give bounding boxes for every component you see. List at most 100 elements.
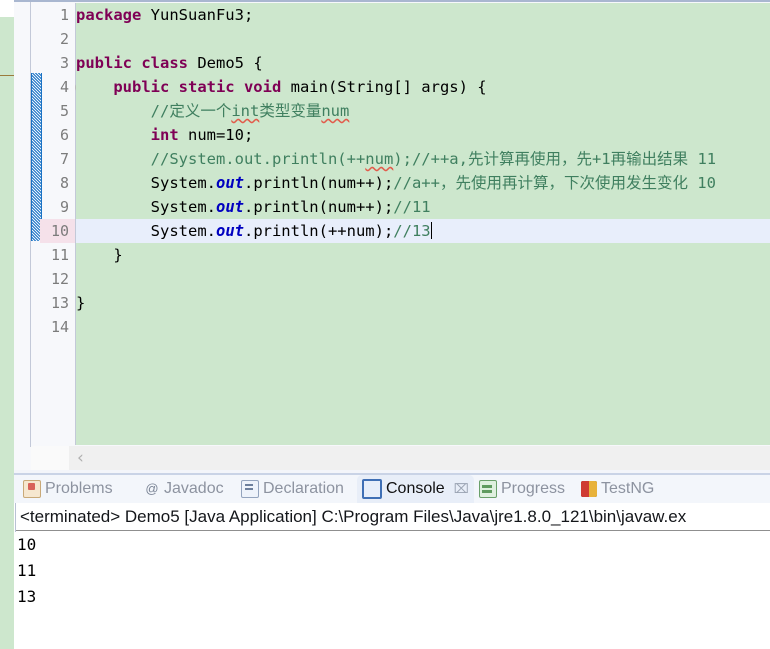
tab-label: Problems [45, 480, 113, 497]
line-number: 7 [59, 150, 69, 168]
keyword-public-static-void: public static void [113, 78, 291, 96]
line-number: 2 [59, 30, 69, 48]
keyword-int: int [150, 126, 188, 144]
closing-brace-class: } [76, 294, 86, 312]
tab-label: Javadoc [164, 480, 224, 497]
line-number: 11 [50, 246, 69, 264]
comment-text: //定义一个 [150, 102, 232, 120]
comment-text: //System.out.println(++ [150, 150, 366, 168]
adjacent-editor-code-area [0, 17, 14, 472]
tab-javadoc[interactable]: @ Javadoc [139, 475, 229, 503]
code-line-13[interactable]: } [76, 291, 770, 315]
text-caret [430, 222, 432, 239]
tab-label: Progress [501, 480, 566, 497]
line-number-current: 10 [40, 219, 75, 243]
code-line-10-current[interactable]: System.out.println(++num);//13 [76, 219, 770, 243]
line-number: 6 [59, 126, 69, 144]
scroll-left-arrow-icon[interactable]: ‹ [77, 450, 91, 467]
line-number: 3 [59, 54, 69, 72]
code-line-1[interactable]: package YunSuanFu3; [76, 3, 770, 27]
comment-spellcheck-word: num [365, 150, 394, 168]
comment-text: //11 [393, 198, 431, 216]
bottom-view-tabbar[interactable]: Problems @ Javadoc Declaration Console ⌧… [14, 475, 770, 503]
println-call: .println(num++); [243, 174, 394, 192]
comment-text: );//++a,先计算再使用，先+1再输出结果 11 [393, 150, 717, 168]
code-line-4[interactable]: public static void main(String[] args) { [76, 75, 770, 99]
class-declaration: Demo5 { [197, 54, 263, 72]
close-icon[interactable]: ⌧ [454, 475, 469, 503]
tab-declaration[interactable]: Declaration [236, 475, 349, 503]
comment-text: 类型变量 [259, 102, 322, 120]
code-line-5[interactable]: //定义一个int类型变量num [76, 99, 770, 123]
editor-horizontal-scrollbar[interactable]: ‹ [31, 446, 770, 470]
tab-testng[interactable]: TestNG [576, 475, 659, 503]
code-line-8[interactable]: System.out.println(num++);//a++，先使用再计算，下… [76, 171, 770, 195]
console-status-text: <terminated> Demo5 [Java Application] C:… [20, 507, 687, 526]
problems-icon [23, 480, 41, 498]
keyword-package: package [76, 6, 151, 24]
tab-console[interactable]: Console ⌧ [357, 475, 474, 503]
comment-spellcheck-word: int [231, 102, 260, 120]
code-line-3[interactable]: public class Demo5 { [76, 51, 770, 75]
line-number: 13 [50, 294, 69, 312]
console-icon [362, 479, 382, 499]
field-out: out [215, 198, 244, 216]
javadoc-icon: @ [145, 481, 159, 496]
eclipse-ide-window: 1 2 3 4 5 6 7 8 9 10 11 12 13 14 package… [0, 0, 770, 649]
adjacent-editor-strip [0, 0, 14, 649]
println-call: .println(num++); [243, 198, 394, 216]
tab-problems[interactable]: Problems [18, 475, 118, 503]
declaration-icon [241, 480, 259, 498]
adjacent-editor-code-area-lower [0, 472, 14, 649]
code-line-7[interactable]: //System.out.println(++num);//++a,先计算再使用… [76, 147, 770, 171]
code-line-14[interactable] [76, 315, 770, 339]
console-status-line: <terminated> Demo5 [Java Application] C:… [14, 503, 770, 531]
code-line-6[interactable]: int num=10; [76, 123, 770, 147]
line-number: 8 [59, 174, 69, 192]
package-name: YunSuanFu3; [150, 6, 254, 24]
line-number-ruler: 1 2 3 4 5 6 7 8 9 10 11 12 13 14 [40, 3, 86, 445]
console-view: Problems @ Javadoc Declaration Console ⌧… [14, 473, 770, 649]
line-number-text: 4 [59, 78, 69, 96]
tab-label: TestNG [601, 480, 655, 497]
code-text-area[interactable]: package YunSuanFu3; public class Demo5 {… [76, 3, 770, 445]
line-number: 1 [59, 6, 69, 24]
scrollbar-left-pad [31, 446, 69, 470]
comment-text: //a++，先使用再计算，下次使用发生变化 10 [393, 174, 716, 192]
line-number: 5 [59, 102, 69, 120]
main-signature: main(String[] args) { [290, 78, 487, 96]
console-output-line: 13 [17, 587, 37, 606]
code-line-11[interactable]: } [76, 243, 770, 267]
code-line-9[interactable]: System.out.println(num++);//11 [76, 195, 770, 219]
console-output-line: 10 [17, 535, 37, 554]
closing-brace-method: } [76, 246, 123, 264]
adjacent-editor-ruler-mark [0, 75, 14, 76]
system-reference: System. [150, 198, 216, 216]
system-reference: System. [150, 174, 216, 192]
field-out: out [215, 222, 244, 240]
comment-spellcheck-word: num [321, 102, 350, 120]
editor-top-border [14, 0, 770, 2]
code-line-12[interactable] [76, 267, 770, 291]
testng-icon [581, 481, 597, 497]
line-number: 4 [40, 75, 86, 99]
code-line-2[interactable] [76, 27, 770, 51]
system-reference: System. [150, 222, 216, 240]
line-number: 12 [50, 270, 69, 288]
comment-text: //13 [393, 222, 431, 240]
java-editor[interactable]: 1 2 3 4 5 6 7 8 9 10 11 12 13 14 package… [14, 0, 770, 470]
console-output[interactable]: 10 11 13 [14, 532, 770, 649]
tab-label: Declaration [263, 480, 344, 497]
console-output-line: 11 [17, 561, 37, 580]
line-number: 14 [50, 318, 69, 336]
keyword-public-class: public class [76, 54, 198, 72]
tab-progress[interactable]: Progress [474, 475, 570, 503]
line-number: 9 [59, 198, 69, 216]
tab-label: Console [386, 480, 445, 497]
